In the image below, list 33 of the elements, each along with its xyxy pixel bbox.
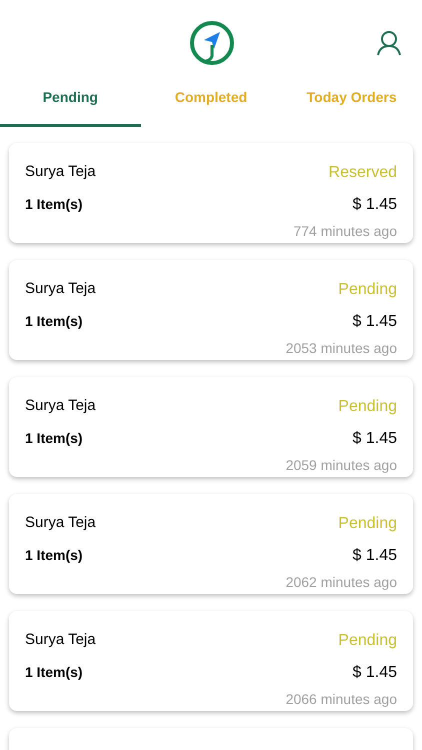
order-status: Pending: [338, 397, 397, 417]
order-price: $ 1.45: [352, 195, 397, 215]
order-card[interactable]: Surya Teja 1 Item(s) Pending $ 1.45 2062 minutes ago: [9, 494, 413, 594]
order-time: 774 minutes ago: [293, 222, 397, 241]
order-card[interactable]: Surya Teja 1 Item(s) Reserved $ 1.45 774 minutes ago: [9, 143, 413, 243]
item-count: 1 Item(s): [25, 194, 84, 214]
order-price: $ 1.45: [352, 429, 397, 449]
customer-name: Surya Teja: [25, 630, 96, 650]
customer-name: Surya Teja: [25, 513, 96, 533]
order-time: 2066 minutes ago: [286, 690, 397, 709]
user-icon[interactable]: [376, 30, 402, 56]
order-time: 2053 minutes ago: [286, 339, 397, 358]
order-price: $ 1.45: [352, 546, 397, 566]
order-status: Pending: [338, 514, 397, 534]
item-count: 1 Item(s): [25, 312, 84, 331]
logo-icon: [189, 20, 235, 66]
customer-name: Surya Teja: [25, 396, 96, 416]
customer-name: Surya Teja: [25, 279, 96, 299]
item-count: 1 Item(s): [25, 546, 84, 565]
order-card[interactable]: Surya Teja 1 Item(s) Pending $ 1.45 2059 minutes ago: [9, 377, 413, 477]
tab[interactable]: Pending: [0, 76, 141, 127]
item-count: 1 Item(s): [25, 428, 84, 448]
order-status: Reserved: [328, 163, 397, 183]
order-card[interactable]: Surya Teja 1 Item(s) Pending $ 1.45 2053 minutes ago: [9, 260, 413, 360]
customer-name: Surya Teja: [25, 162, 96, 182]
order-time: 2062 minutes ago: [286, 573, 397, 592]
order-price: $ 1.45: [352, 663, 397, 683]
order-status: Pending: [338, 280, 397, 300]
order-price: $ 1.45: [352, 312, 397, 332]
item-count: 1 Item(s): [25, 662, 84, 682]
order-card[interactable]: Surya Teja 1 Item(s) Pending $ 1.45 2066 minutes ago: [9, 611, 413, 711]
order-status: Pending: [338, 631, 397, 651]
order-time: 2059 minutes ago: [286, 456, 397, 475]
